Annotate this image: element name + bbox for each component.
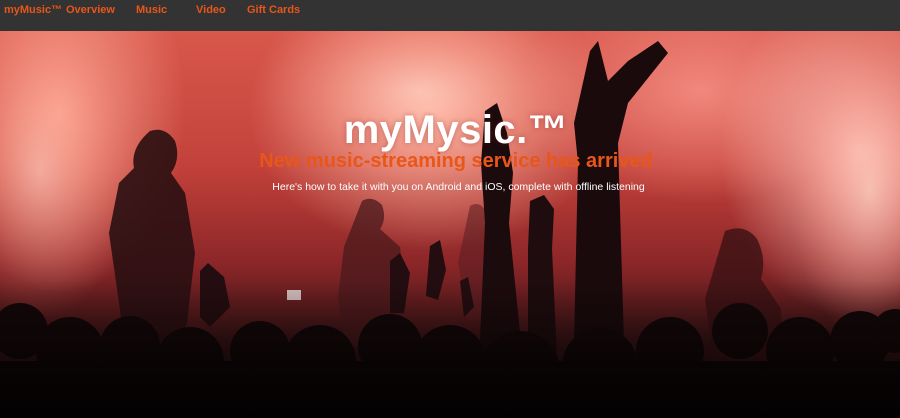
hero-description: Here's how to take it with you on Androi…: [272, 181, 645, 193]
hero-title: myMysic.™: [343, 108, 569, 152]
concert-crowd-image: [0, 31, 900, 418]
hero-banner: myMysic.™ New music-streaming service ha…: [0, 31, 900, 418]
nav-video-link[interactable]: Video: [196, 4, 226, 16]
nav-gift-cards-link[interactable]: Gift Cards: [247, 4, 300, 16]
nav-music-link[interactable]: Music: [136, 4, 167, 16]
nav-overview-link[interactable]: Overview: [66, 4, 115, 16]
hero-subtitle: New music-streaming service has arrived: [259, 150, 653, 172]
top-navbar: myMusic™ Overview Music Video Gift Cards: [0, 0, 900, 31]
brand-link[interactable]: myMusic™: [4, 4, 62, 16]
